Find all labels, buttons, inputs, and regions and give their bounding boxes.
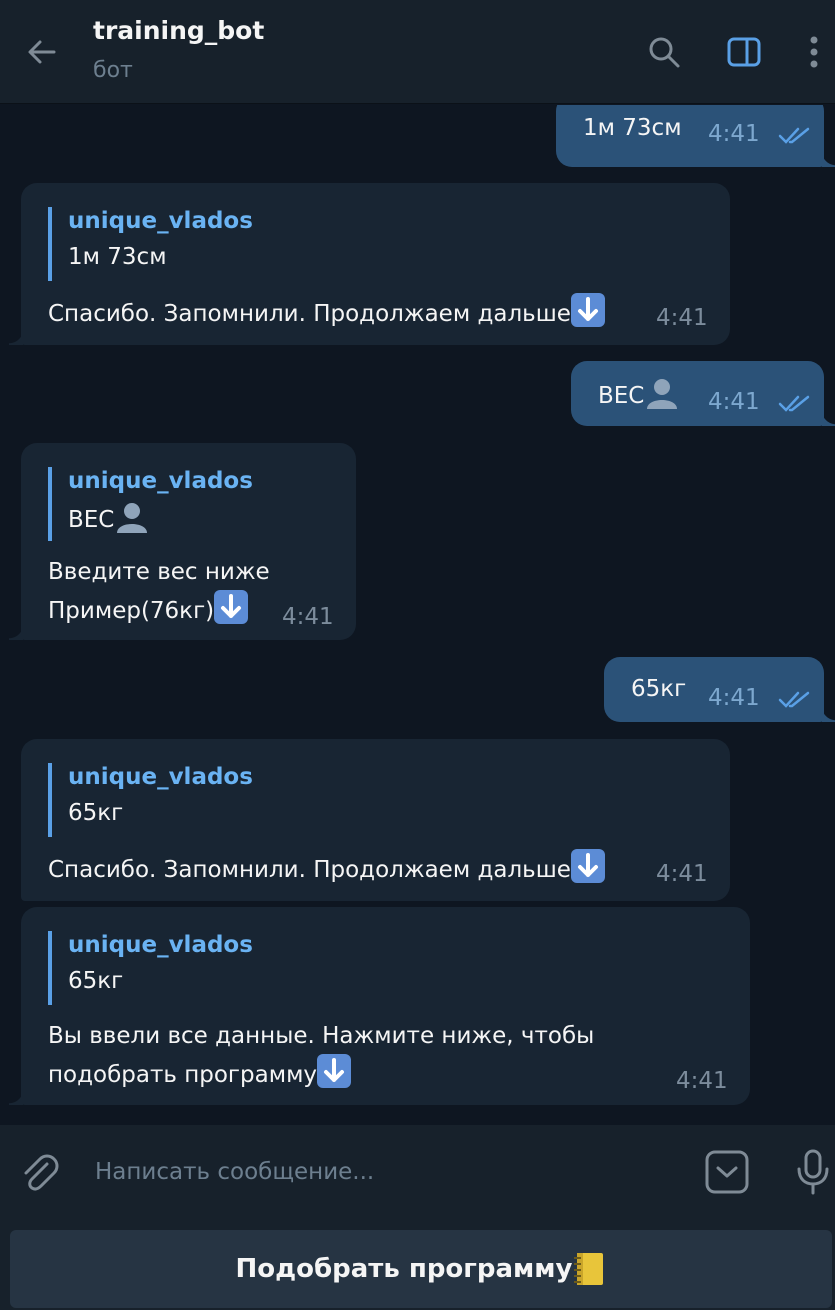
- message-text-content: Пример(76кг): [48, 598, 215, 624]
- double-check-icon: [778, 691, 810, 708]
- reply-quote[interactable]: unique_vlados 65кг: [48, 931, 253, 1005]
- notebook-emoji-icon: [572, 1251, 606, 1287]
- message-text-line-1: Вы ввели все данные. Нажмите ниже, чтобы: [48, 1023, 595, 1049]
- reply-text: 65кг: [68, 968, 124, 994]
- message-text: ВЕС: [598, 375, 680, 414]
- back-arrow-icon: [28, 40, 56, 64]
- microphone-icon: [797, 1149, 829, 1195]
- attach-button[interactable]: [14, 1147, 64, 1197]
- double-check-icon: [778, 127, 810, 144]
- back-button[interactable]: [18, 28, 66, 76]
- reply-author: unique_vlados: [68, 208, 253, 234]
- person-silhouette-emoji-icon: [114, 499, 150, 535]
- message-composer: [0, 1125, 835, 1220]
- reply-quote[interactable]: unique_vlados 65кг: [48, 763, 253, 837]
- message-time: 4:41: [708, 389, 760, 415]
- message-text: Спасибо. Запомнили. Продолжаем дальше: [48, 293, 605, 332]
- message-text: 1м 73см: [583, 115, 682, 141]
- message-text: 65кг: [631, 676, 687, 702]
- incoming-message[interactable]: unique_vlados 1м 73см Спасибо. Запомнили…: [9, 183, 730, 345]
- double-check-icon: [778, 395, 810, 412]
- pick-program-button[interactable]: Подобрать программу: [10, 1230, 832, 1308]
- reply-text: ВЕС: [68, 499, 253, 538]
- side-panel-icon: [727, 37, 761, 67]
- reply-author: unique_vlados: [68, 932, 253, 958]
- message-list[interactable]: 1м 73см 4:41 unique_vlados 1м 73см Спаси…: [0, 105, 835, 1125]
- reply-text-content: ВЕС: [68, 507, 115, 533]
- reply-quote[interactable]: unique_vlados 1м 73см: [48, 207, 253, 281]
- chat-title[interactable]: training_bot: [93, 16, 264, 45]
- reply-text: 1м 73см: [68, 244, 167, 270]
- message-time: 4:41: [656, 305, 708, 331]
- reply-quote[interactable]: unique_vlados ВЕС: [48, 467, 253, 541]
- down-arrow-emoji-icon: [570, 293, 605, 327]
- more-options-button[interactable]: [790, 28, 835, 76]
- message-time: 4:41: [656, 861, 708, 887]
- message-time: 4:41: [708, 121, 760, 147]
- chat-subtitle: бот: [93, 58, 133, 83]
- down-arrow-emoji-icon: [317, 1054, 352, 1088]
- message-text: Спасибо. Запомнили. Продолжаем дальше: [48, 849, 605, 888]
- search-icon: [649, 37, 680, 68]
- reply-keyboard: Подобрать программу: [0, 1220, 835, 1310]
- side-panel-button[interactable]: [720, 28, 768, 76]
- outgoing-message[interactable]: 1м 73см 4:41: [556, 105, 835, 167]
- pick-program-label: Подобрать программу: [235, 1254, 573, 1284]
- message-text-line-2: подобрать программу: [48, 1054, 352, 1093]
- message-input[interactable]: [95, 1147, 675, 1197]
- bot-keyboard-icon: [705, 1150, 749, 1194]
- down-arrow-emoji-icon: [570, 849, 605, 883]
- message-text-content: Спасибо. Запомнили. Продолжаем дальше: [48, 857, 571, 883]
- reply-author: unique_vlados: [68, 764, 253, 790]
- search-button[interactable]: [640, 28, 688, 76]
- message-text-content: ВЕС: [598, 383, 645, 409]
- message-text-content: подобрать программу: [48, 1062, 318, 1088]
- bot-keyboard-button[interactable]: [702, 1147, 752, 1197]
- incoming-message[interactable]: unique_vlados ВЕС Введите вес ниже Приме…: [9, 443, 356, 640]
- message-text-line-2: Пример(76кг): [48, 590, 249, 629]
- message-time: 4:41: [282, 604, 334, 630]
- incoming-message[interactable]: unique_vlados 65кг Спасибо. Запомнили. П…: [21, 739, 730, 901]
- outgoing-message[interactable]: ВЕС 4:41: [571, 361, 835, 426]
- message-time: 4:41: [676, 1068, 728, 1094]
- chat-header: training_bot бот: [0, 0, 835, 104]
- telegram-chat-window: training_bot бот 1м 73см 4:41 unique_vla…: [0, 0, 835, 1310]
- paperclip-icon: [24, 1154, 59, 1191]
- message-text-line-1: Введите вес ниже: [48, 559, 270, 585]
- more-vertical-icon: [810, 36, 818, 68]
- voice-record-button[interactable]: [788, 1147, 835, 1197]
- person-silhouette-emoji-icon: [644, 375, 680, 411]
- message-text-content: Спасибо. Запомнили. Продолжаем дальше: [48, 301, 571, 327]
- outgoing-message[interactable]: 65кг 4:41: [604, 657, 835, 722]
- reply-author: unique_vlados: [68, 468, 253, 494]
- down-arrow-emoji-icon: [214, 590, 249, 624]
- reply-text: 65кг: [68, 800, 124, 826]
- incoming-message[interactable]: unique_vlados 65кг Вы ввели все данные. …: [9, 907, 750, 1105]
- message-time: 4:41: [708, 685, 760, 711]
